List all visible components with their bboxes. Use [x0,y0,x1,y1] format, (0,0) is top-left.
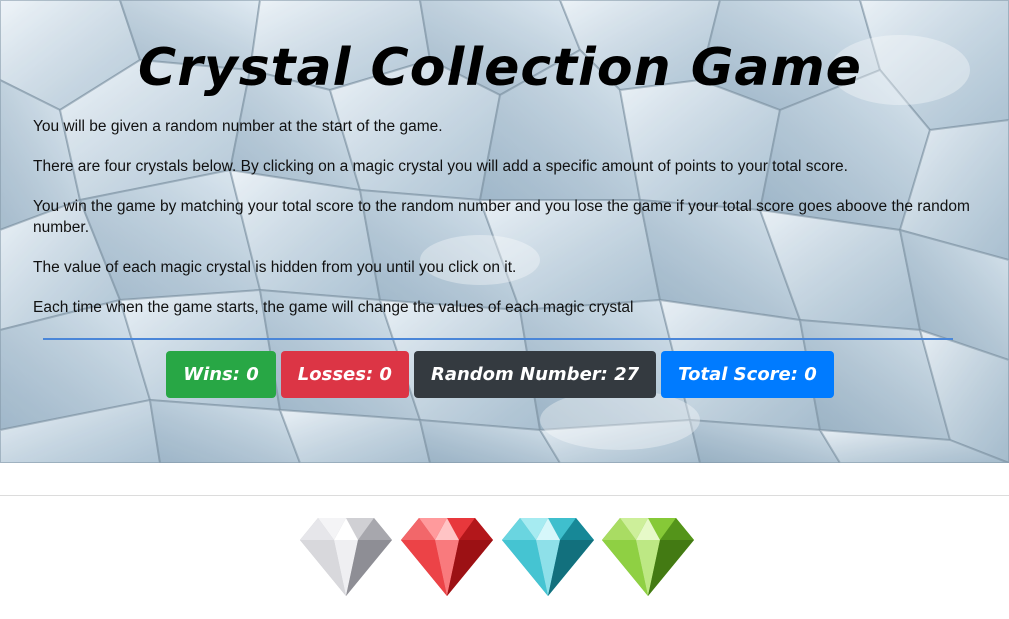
green-crystal-button[interactable] [602,516,694,598]
cyan-crystal-button[interactable] [502,516,594,598]
page-title: Crystal Collection Game [138,38,862,98]
section-separator [0,495,1009,496]
instruction-line: You will be given a random number at the… [33,118,443,135]
stats-bar: Wins: 0 Losses: 0 Random Number: 27 Tota… [0,351,1000,398]
crystal-row [300,516,700,600]
total-score-badge: Total Score: 0 [661,351,834,398]
hero-content: Crystal Collection Game You will be give… [0,0,1009,463]
red-crystal-button[interactable] [401,516,493,598]
instructions: You will be given a random number at the… [33,116,973,337]
instruction-line: Each time when the game starts, the game… [33,299,634,316]
silver-crystal-button[interactable] [300,516,392,598]
silver-crystal-icon [300,518,392,596]
instruction-line: There are four crystals below. By clicki… [33,158,848,175]
instruction-line: The value of each magic crystal is hidde… [33,259,517,276]
instruction-line: You win the game by matching your total … [33,198,970,236]
cyan-crystal-icon [502,518,594,596]
hero-jumbotron: Crystal Collection Game You will be give… [0,0,1009,463]
green-crystal-icon [602,518,694,596]
random-number-badge: Random Number: 27 [413,351,657,398]
red-crystal-icon [401,518,493,596]
wins-badge: Wins: 0 [166,351,276,398]
hero-divider [43,338,953,340]
losses-badge: Losses: 0 [280,351,409,398]
